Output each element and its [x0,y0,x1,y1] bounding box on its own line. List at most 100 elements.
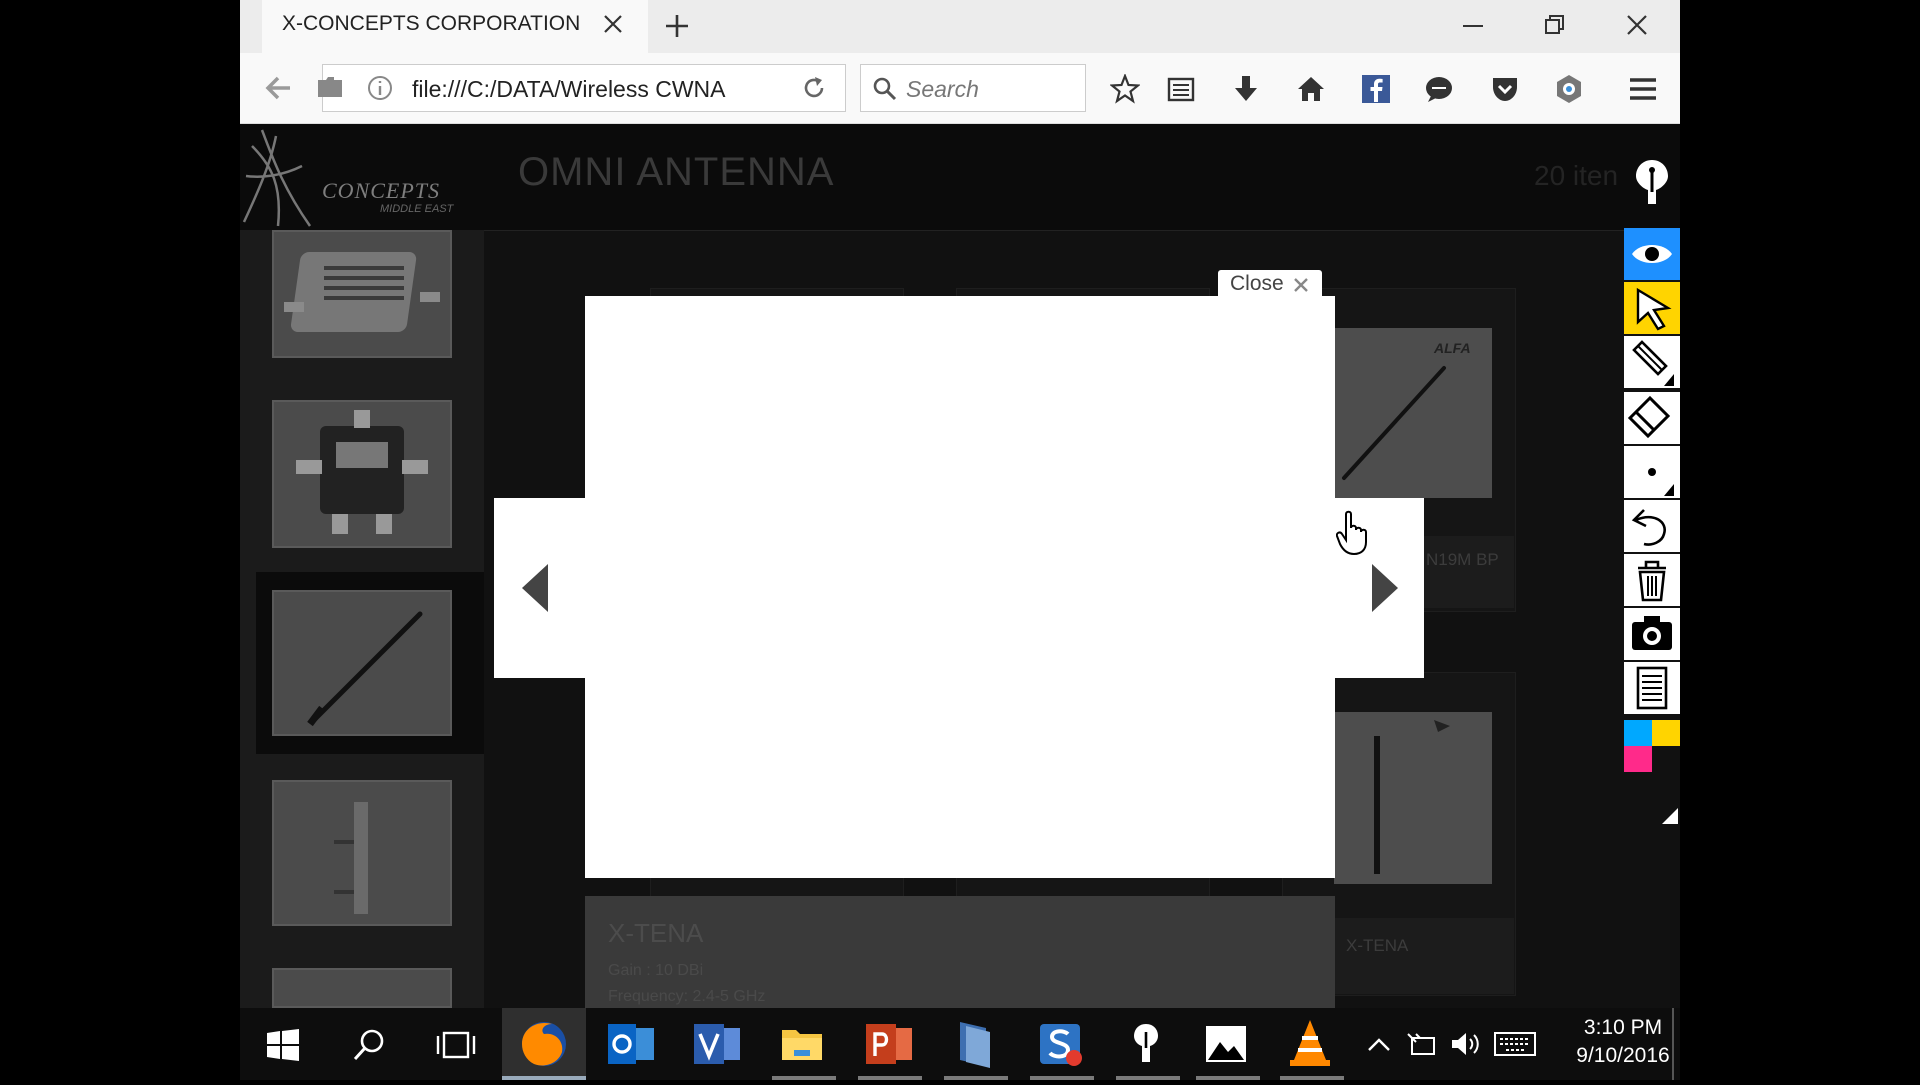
show-hidden-icons-icon[interactable] [1366,1032,1392,1058]
undo-icon [1631,509,1666,546]
sidebar-thumb-splitter[interactable] [272,400,452,548]
power-icon[interactable] [1406,1030,1438,1058]
powerpoint-running-underline [858,1076,922,1080]
pointer-icon [1636,287,1672,331]
marker-icon [1632,340,1674,386]
taskbar-pen-tool[interactable] [1104,1008,1188,1080]
annotate-eraser-button[interactable] [1624,392,1680,444]
color-yellow-swatch[interactable] [1652,720,1680,746]
color-blue-swatch[interactable] [1624,720,1652,746]
restore-icon[interactable] [1542,12,1568,38]
annotate-undo-button[interactable] [1624,500,1680,552]
annotate-notes-button[interactable] [1624,662,1680,714]
annotate-marker-button[interactable] [1624,336,1680,388]
taskbar-vlc[interactable] [1268,1008,1352,1080]
item-count: 20 iten [1534,160,1619,191]
snagit-icon [1040,1024,1082,1066]
vlc-icon [1290,1020,1330,1066]
menu-icon[interactable] [1628,74,1658,104]
extension-icon[interactable] [1554,74,1584,104]
sidebar-thumb-panel-antenna[interactable] [272,780,452,926]
taskbar-outlook[interactable] [588,1008,672,1080]
clock-date[interactable]: 9/10/2016 [1561,1044,1685,1068]
chat-icon[interactable] [1424,74,1454,104]
powerpoint-icon [866,1024,912,1064]
color-pink-swatch[interactable] [1624,746,1652,772]
task-view-icon[interactable] [436,1030,476,1060]
new-tab-icon[interactable] [664,13,690,39]
info-icon[interactable] [366,74,394,102]
download-icon[interactable] [1231,74,1261,104]
omni-antenna-image [307,611,423,727]
back-icon[interactable] [262,72,294,104]
lightbox-prev-icon[interactable] [520,562,550,614]
taskbar-visio[interactable] [674,1008,758,1080]
document-running-underline [944,1076,1008,1080]
grid-card-xtena-label: X-TENA [1346,936,1409,955]
url-text[interactable]: file:///C:/DATA/Wireless CWNA [412,76,742,103]
taskbar-file-explorer[interactable] [760,1008,844,1080]
search-placeholder: Search [906,76,979,102]
annotate-pointer-button[interactable] [1624,282,1680,334]
toolbar-resize-icon[interactable] [1662,808,1678,824]
lightbox-image [585,296,1335,878]
annotate-clear-button[interactable] [1624,554,1680,606]
visio-icon [694,1024,740,1064]
taskbar-photos[interactable] [1184,1008,1268,1080]
photos-running-underline [1196,1076,1260,1080]
taskbar-snagit[interactable] [1018,1008,1102,1080]
pen-tool-icon [1134,1024,1158,1062]
dot-size-icon [1648,468,1674,496]
reading-list-icon[interactable] [1166,74,1196,104]
notes-icon [1636,666,1668,710]
photos-icon [1206,1026,1246,1062]
windows-start-icon[interactable] [266,1028,300,1062]
search-icon [873,77,897,101]
sidebar-thumb-amplifier[interactable] [272,230,452,358]
facebook-icon[interactable] [1361,74,1391,104]
keyboard-icon[interactable] [1494,1030,1536,1058]
outlook-icon [608,1024,654,1064]
folder-icon[interactable] [316,74,344,100]
vlc-running-underline [1280,1076,1344,1080]
explorer-running-underline [772,1076,836,1080]
tab-close-icon[interactable] [600,11,626,37]
document-book-icon [960,1022,990,1068]
sidebar-thumb-omni-antenna[interactable] [272,590,452,736]
lightbox-close-label: Close [1230,272,1284,295]
hand-cursor-icon [1336,510,1367,556]
grid-card-alfa-label: N19M BP [1426,550,1499,569]
annotate-eye-button[interactable] [1624,228,1680,280]
taskbar-document-app[interactable] [932,1008,1016,1080]
amplifier-image [284,252,440,332]
page-header [240,124,1680,231]
taskbar-search-icon[interactable] [352,1028,386,1062]
pen-tool-logo-icon[interactable] [1632,158,1672,208]
home-icon[interactable] [1296,74,1326,104]
annotate-screenshot-button[interactable] [1624,608,1680,660]
pocket-icon[interactable] [1490,74,1520,104]
clock-time[interactable]: 3:10 PM [1568,1016,1678,1040]
logo-mark-icon [242,129,312,227]
taskbar-powerpoint[interactable] [846,1008,930,1080]
logo-text: CONCEPTS [322,178,441,203]
minimize-icon[interactable] [1460,12,1486,38]
trash-icon [1638,560,1666,602]
taskbar-firefox[interactable] [502,1008,586,1080]
sidebar-thumb-next[interactable] [272,968,452,1008]
xtena-antenna-image [1334,712,1492,884]
volume-icon[interactable] [1450,1030,1482,1058]
pen-running-underline [1116,1076,1180,1080]
bookmark-star-icon[interactable] [1110,74,1140,104]
folder-explorer-icon [782,1030,822,1060]
grid-card-xtena-footer [1334,918,1514,994]
eye-icon [1632,245,1672,263]
tab-title: X-CONCEPTS CORPORATION [282,12,581,35]
firefox-active-underline [502,1076,586,1080]
show-desktop-divider[interactable] [1672,1008,1674,1080]
window-close-icon[interactable] [1624,12,1650,38]
reload-icon[interactable] [800,74,828,102]
lightbox-next-icon[interactable] [1370,562,1400,614]
lightbox-close-icon[interactable] [1292,276,1310,294]
annotate-dot-size-button[interactable] [1624,446,1680,498]
